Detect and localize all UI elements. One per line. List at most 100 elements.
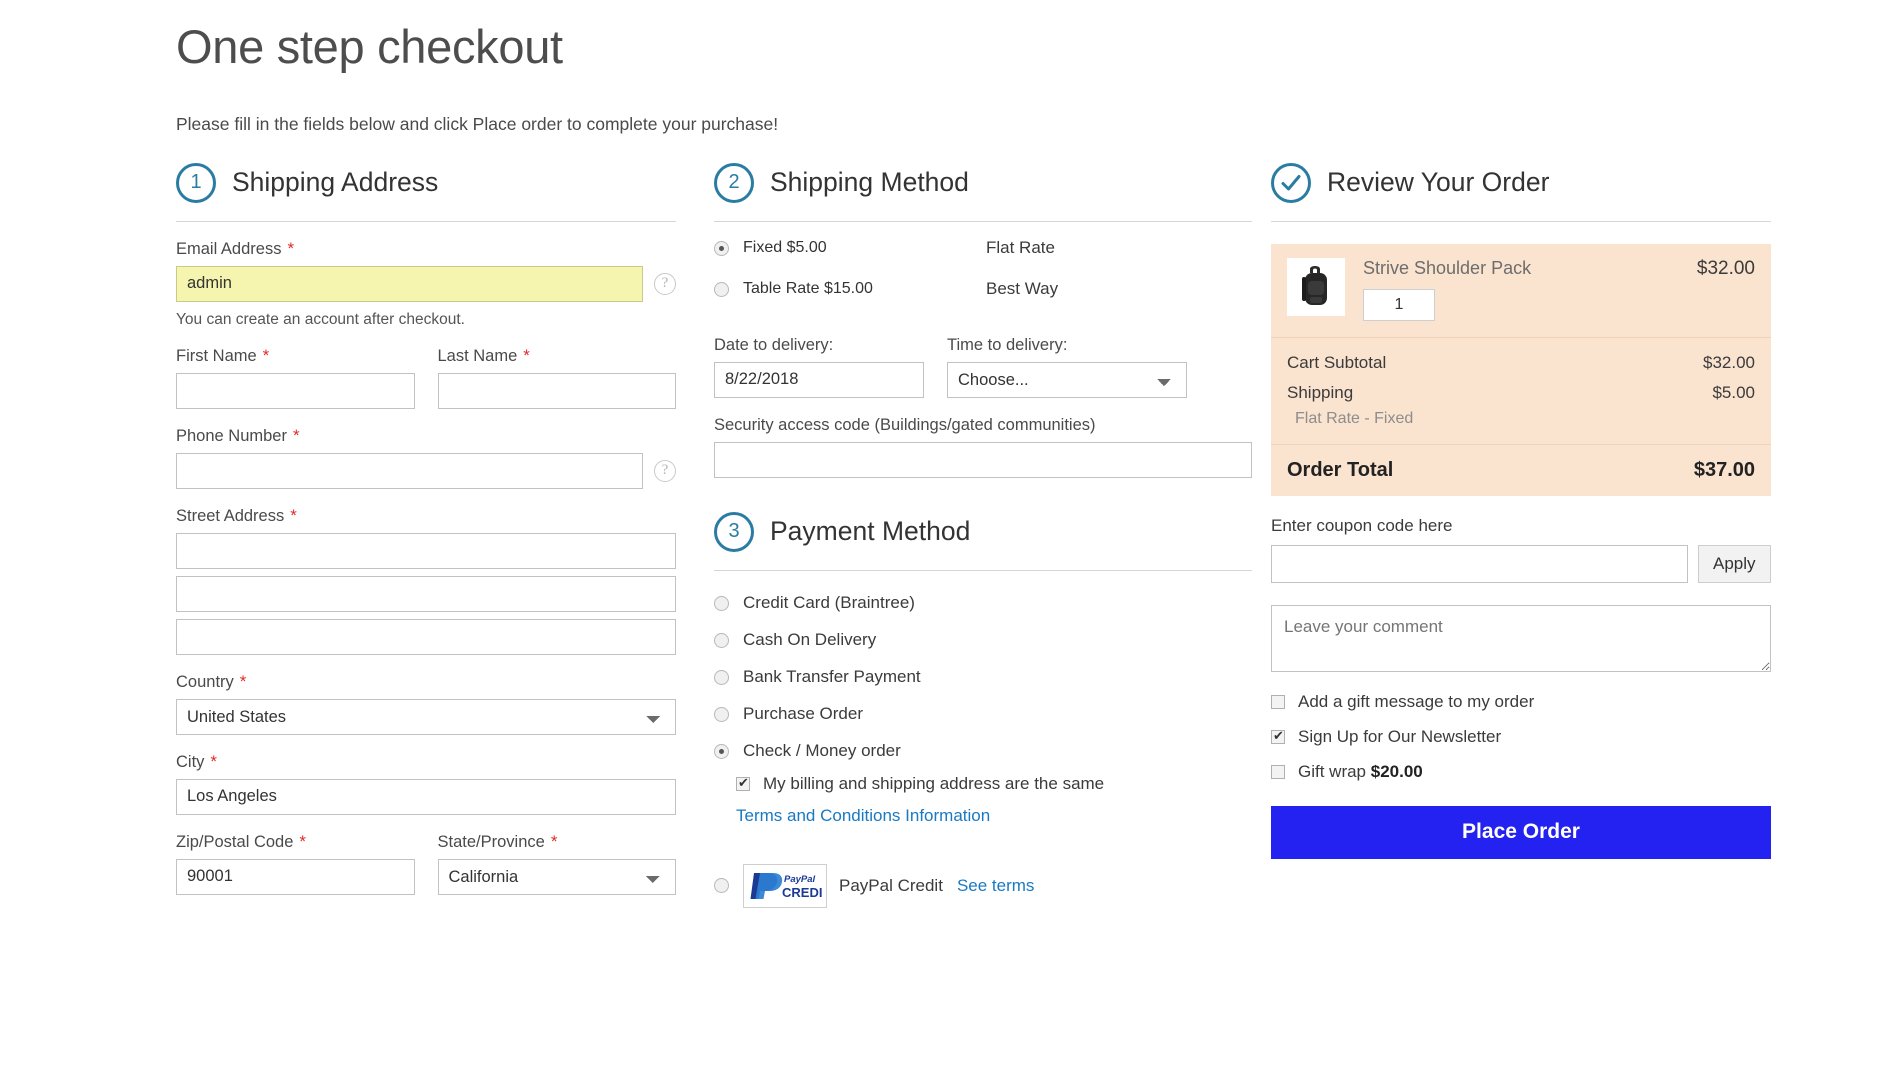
review-order-title: Review Your Order [1327, 167, 1550, 198]
gift-wrap-label-wrap: Gift wrap $20.00 [1298, 762, 1423, 782]
terms-and-conditions-link[interactable]: Terms and Conditions Information [736, 806, 990, 825]
last-name-input[interactable] [437, 372, 676, 409]
phone-input-row: ? [176, 452, 676, 489]
shipping-option-row[interactable]: Fixed $5.00 Flat Rate [714, 228, 1252, 269]
payment-option-label: Purchase Order [743, 704, 863, 724]
shipping-address-header: 1 Shipping Address [176, 155, 676, 211]
shipping-payment-column: 2 Shipping Method Fixed $5.00 Flat Rate … [714, 155, 1252, 908]
city-input[interactable] [176, 778, 676, 815]
shipping-option-price-cell[interactable]: Fixed $5.00 [714, 239, 986, 257]
paypal-see-terms-link[interactable]: See terms [957, 876, 1034, 896]
question-mark-icon[interactable]: ? [654, 459, 676, 482]
paypal-credit-row[interactable]: PayPal CREDIT PayPal Credit See terms [714, 863, 1252, 908]
cart-subtotal-label: Cart Subtotal [1287, 352, 1387, 372]
gift-wrap-checkbox[interactable] [1271, 764, 1285, 779]
svg-text:CREDIT: CREDIT [782, 885, 822, 900]
payment-radio-purchase-order[interactable] [714, 706, 729, 722]
last-name-required-mark: * [523, 345, 530, 365]
checkout-page: One step checkout Please fill in the fie… [0, 18, 1895, 1075]
payment-radio-cash-on-delivery[interactable] [714, 632, 729, 648]
divider [714, 569, 1252, 571]
payment-method-options: Credit Card (Braintree) Cash On Delivery… [714, 585, 1252, 908]
zip-input[interactable] [176, 858, 415, 895]
phone-input[interactable] [176, 452, 643, 489]
state-group: State/Province * California [437, 832, 676, 895]
newsletter-option-row[interactable]: Sign Up for Our Newsletter [1271, 727, 1771, 747]
last-name-group: Last Name * [437, 345, 676, 409]
time-to-delivery-select[interactable]: Choose... [947, 361, 1187, 398]
payment-option-bank-transfer[interactable]: Bank Transfer Payment [714, 659, 1252, 696]
payment-radio-credit-card[interactable] [714, 595, 729, 611]
billing-same-checkbox[interactable] [736, 775, 750, 791]
divider [1271, 220, 1771, 222]
city-required-mark: * [210, 751, 218, 771]
paypal-credit-logo-svg: PayPal CREDIT [750, 872, 822, 900]
zip-group: Zip/Postal Code * [176, 832, 415, 895]
shipping-option-price-cell[interactable]: Table Rate $15.00 [714, 280, 986, 298]
shipping-option-radio-table-rate[interactable] [714, 281, 729, 297]
newsletter-label: Sign Up for Our Newsletter [1298, 726, 1502, 746]
city-field-group: City * [176, 752, 676, 815]
payment-option-purchase-order[interactable]: Purchase Order [714, 696, 1252, 733]
apply-coupon-button[interactable]: Apply [1697, 544, 1771, 583]
payment-option-check-money-order[interactable]: Check / Money order [714, 733, 1252, 770]
shipping-method-subtext: Flat Rate - Fixed [1295, 409, 1414, 427]
place-order-button[interactable]: Place Order [1271, 805, 1771, 859]
payment-radio-check-money-order[interactable] [714, 743, 729, 759]
state-select[interactable]: California [437, 858, 676, 895]
street-line-2-input[interactable] [176, 575, 676, 612]
security-code-input[interactable] [714, 441, 1252, 478]
order-summary-panel: Strive Shoulder Pack $32.00 1 Cart Subto… [1271, 243, 1771, 496]
order-comment-textarea[interactable] [1271, 604, 1771, 672]
backpack-svg [1302, 265, 1327, 305]
email-label: Email Address [176, 239, 282, 258]
zip-required-mark: * [299, 831, 307, 851]
first-name-input[interactable] [176, 372, 415, 409]
payment-option-label: Check / Money order [743, 741, 901, 761]
gift-wrap-label: Gift wrap [1298, 761, 1371, 781]
email-input[interactable] [176, 265, 643, 302]
question-mark-icon[interactable]: ? [654, 272, 676, 295]
security-code-group: Security access code (Buildings/gated co… [714, 416, 1252, 478]
first-name-required-mark: * [262, 345, 270, 365]
svg-text:PayPal: PayPal [784, 874, 816, 885]
billing-same-as-shipping-row[interactable]: My billing and shipping address are the … [736, 774, 1252, 794]
gift-wrap-option-row[interactable]: Gift wrap $20.00 [1271, 762, 1771, 782]
street-line-3-input[interactable] [176, 618, 676, 655]
gift-message-option-row[interactable]: Add a gift message to my order [1271, 692, 1771, 712]
order-total-value: $37.00 [1693, 458, 1755, 481]
street-label: Street Address [176, 506, 285, 525]
shipping-option-radio-fixed[interactable] [714, 240, 729, 256]
order-totals-list: Cart Subtotal $32.00 Shipping $5.00 Flat… [1271, 338, 1771, 444]
delivery-datetime-row: Date to delivery: Time to delivery: Choo… [714, 336, 1252, 398]
date-to-delivery-input[interactable] [714, 361, 924, 398]
order-item-price: $32.00 [1696, 257, 1755, 279]
shipping-option-carrier-label: Flat Rate [986, 238, 1055, 258]
country-label: Country [176, 672, 234, 691]
city-label: City [176, 752, 205, 771]
newsletter-checkbox[interactable] [1271, 728, 1285, 744]
step-number-circle: 1 [176, 162, 216, 203]
security-code-label: Security access code (Buildings/gated co… [714, 415, 1096, 434]
payment-option-cash-on-delivery[interactable]: Cash On Delivery [714, 622, 1252, 659]
terms-and-conditions-row: Terms and Conditions Information [736, 806, 1252, 826]
country-select[interactable]: United States [176, 698, 676, 735]
review-order-column: Review Your Order Strive Shoulder Pack $… [1271, 155, 1771, 908]
coupon-input[interactable] [1271, 544, 1688, 583]
order-item-qty-input[interactable]: 1 [1363, 288, 1435, 321]
step-number-circle: 2 [714, 162, 754, 203]
date-to-delivery-group: Date to delivery: [714, 336, 924, 398]
street-line-1-input[interactable] [176, 532, 676, 569]
street-field-group: Street Address * [176, 506, 676, 655]
payment-option-credit-card[interactable]: Credit Card (Braintree) [714, 585, 1252, 622]
time-to-delivery-group: Time to delivery: Choose... [947, 336, 1187, 398]
order-total-label: Order Total [1287, 458, 1394, 481]
checkout-columns: 1 Shipping Address Email Address * ? You … [176, 155, 1895, 908]
payment-radio-bank-transfer[interactable] [714, 669, 729, 685]
paypal-credit-label: PayPal Credit [839, 875, 943, 895]
gift-message-checkbox[interactable] [1271, 694, 1285, 709]
shipping-address-column: 1 Shipping Address Email Address * ? You … [176, 155, 676, 908]
shipping-option-row[interactable]: Table Rate $15.00 Best Way [714, 269, 1252, 310]
paypal-credit-logo-icon: PayPal CREDIT [743, 863, 827, 908]
payment-radio-paypal-credit[interactable] [714, 878, 729, 894]
